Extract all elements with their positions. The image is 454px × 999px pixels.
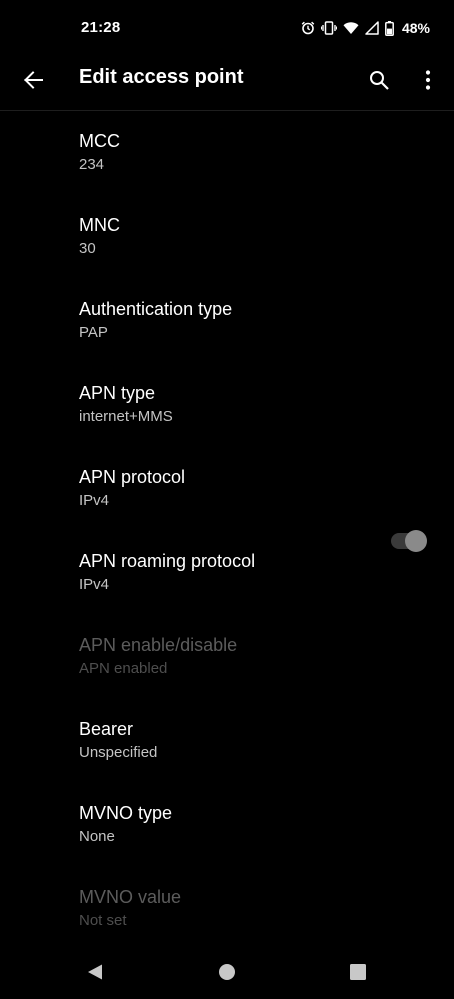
pref-bearer[interactable]: Bearer Unspecified: [0, 699, 454, 783]
pref-apn-enable-disable: APN enable/disable APN enabled: [0, 615, 454, 699]
apn-settings-list: MCC 234 MNC 30 Authentication type PAP A…: [0, 111, 454, 951]
nav-home-icon: [218, 963, 236, 986]
pref-summary: None: [79, 828, 115, 845]
pref-summary: 30: [79, 240, 96, 257]
status-time: 21:28: [81, 19, 121, 36]
vibrate-icon: [320, 21, 337, 35]
back-arrow-icon: [23, 70, 43, 95]
pref-title: MNC: [79, 215, 120, 235]
pref-apn-type[interactable]: APN type internet+MMS: [0, 363, 454, 447]
pref-title: MVNO value: [79, 887, 182, 907]
pref-mvno-value: MVNO value Not set: [0, 867, 454, 951]
nav-home-button[interactable]: [207, 956, 247, 992]
navigation-bar: [0, 948, 454, 999]
app-bar: Edit access point: [0, 56, 454, 111]
pref-title: MCC: [79, 131, 120, 151]
nav-recents-icon: [349, 963, 367, 986]
pref-summary: 234: [79, 156, 105, 173]
pref-apn-protocol[interactable]: APN protocol IPv4: [0, 447, 454, 531]
back-button[interactable]: [10, 59, 56, 105]
pref-mvno-type[interactable]: MVNO type None: [0, 783, 454, 867]
more-vert-icon: [425, 69, 431, 95]
pref-apn-roaming-protocol[interactable]: APN roaming protocol IPv4: [0, 531, 454, 615]
pref-title: MVNO type: [79, 803, 173, 823]
pref-title: APN type: [79, 383, 156, 403]
pref-summary: PAP: [79, 324, 108, 341]
nav-back-button[interactable]: [75, 956, 115, 992]
pref-summary: IPv4: [79, 492, 110, 509]
pref-title: APN protocol: [79, 467, 186, 487]
search-button[interactable]: [356, 59, 402, 105]
wifi-icon: [343, 21, 359, 35]
cell-signal-icon: [365, 21, 379, 35]
alarm-icon: [301, 21, 315, 35]
battery-percent: 48%: [401, 20, 430, 36]
nav-back-icon: [86, 963, 104, 986]
pref-mcc[interactable]: MCC 234: [0, 111, 454, 195]
search-icon: [369, 70, 389, 95]
status-bar: 21:28 48%: [0, 0, 454, 56]
pref-summary: Unspecified: [79, 744, 158, 761]
toggle-thumb: [405, 530, 427, 552]
page-title: Edit access point: [79, 66, 244, 88]
pref-title: APN enable/disable: [79, 635, 238, 655]
pref-summary: internet+MMS: [79, 408, 173, 425]
pref-title: APN roaming protocol: [79, 551, 256, 571]
pref-summary: IPv4: [79, 576, 110, 593]
nav-recents-button[interactable]: [338, 956, 378, 992]
pref-summary: Not set: [79, 912, 127, 929]
pref-title: Bearer: [79, 719, 134, 739]
battery-icon: [385, 20, 394, 36]
pref-summary: APN enabled: [79, 660, 168, 677]
pref-title: Authentication type: [79, 299, 233, 319]
pref-mnc[interactable]: MNC 30: [0, 195, 454, 279]
more-options-button[interactable]: [406, 59, 450, 105]
pref-authentication-type[interactable]: Authentication type PAP: [0, 279, 454, 363]
status-icons: 48%: [301, 17, 430, 39]
